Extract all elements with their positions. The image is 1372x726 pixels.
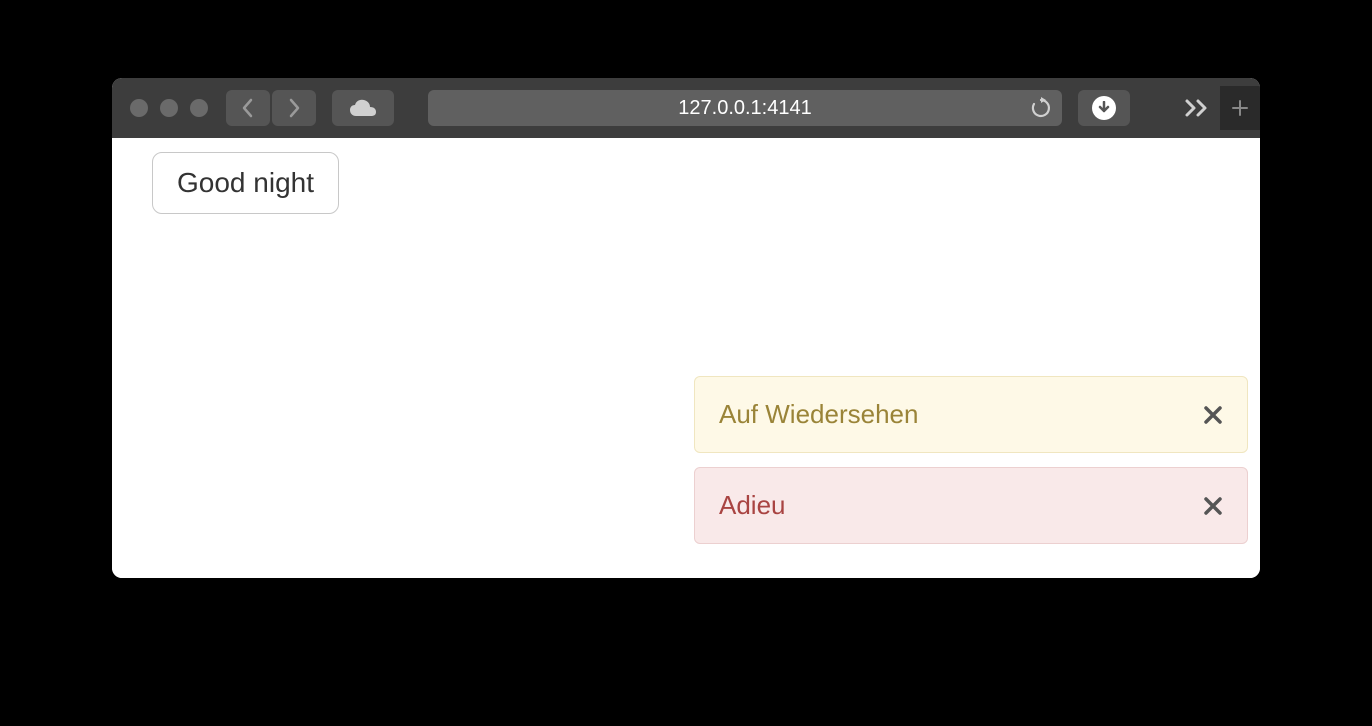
toast-container: Auf Wiedersehen Adieu [694,376,1248,544]
toast-warning: Auf Wiedersehen [694,376,1248,453]
tabs-overflow-button[interactable] [1184,98,1212,118]
browser-toolbar: 127.0.0.1:4141 [112,78,1260,138]
close-icon[interactable] [1203,496,1223,516]
double-chevron-right-icon [1184,98,1212,118]
toast-message: Auf Wiedersehen [719,399,918,430]
reload-button[interactable] [1030,97,1052,119]
address-bar[interactable]: 127.0.0.1:4141 [428,90,1062,126]
cloud-icon [348,98,378,118]
close-icon[interactable] [1203,405,1223,425]
forward-button[interactable] [272,90,316,126]
chevron-left-icon [241,98,255,118]
browser-window: 127.0.0.1:4141 Good night Auf Wiedersehe… [112,78,1260,578]
goodnight-button[interactable]: Good night [152,152,339,214]
maximize-window-button[interactable] [190,99,208,117]
minimize-window-button[interactable] [160,99,178,117]
page-content: Good night Auf Wiedersehen Adieu [112,138,1260,578]
back-button[interactable] [226,90,270,126]
toast-message: Adieu [719,490,786,521]
plus-icon [1230,98,1250,118]
reload-icon [1030,97,1052,119]
download-icon [1092,96,1116,120]
address-text: 127.0.0.1:4141 [678,97,811,120]
close-window-button[interactable] [130,99,148,117]
chevron-right-icon [287,98,301,118]
new-tab-button[interactable] [1220,86,1260,130]
toast-error: Adieu [694,467,1248,544]
nav-buttons [226,90,316,126]
window-controls [130,99,208,117]
downloads-button[interactable] [1078,90,1130,126]
cloud-button[interactable] [332,90,394,126]
